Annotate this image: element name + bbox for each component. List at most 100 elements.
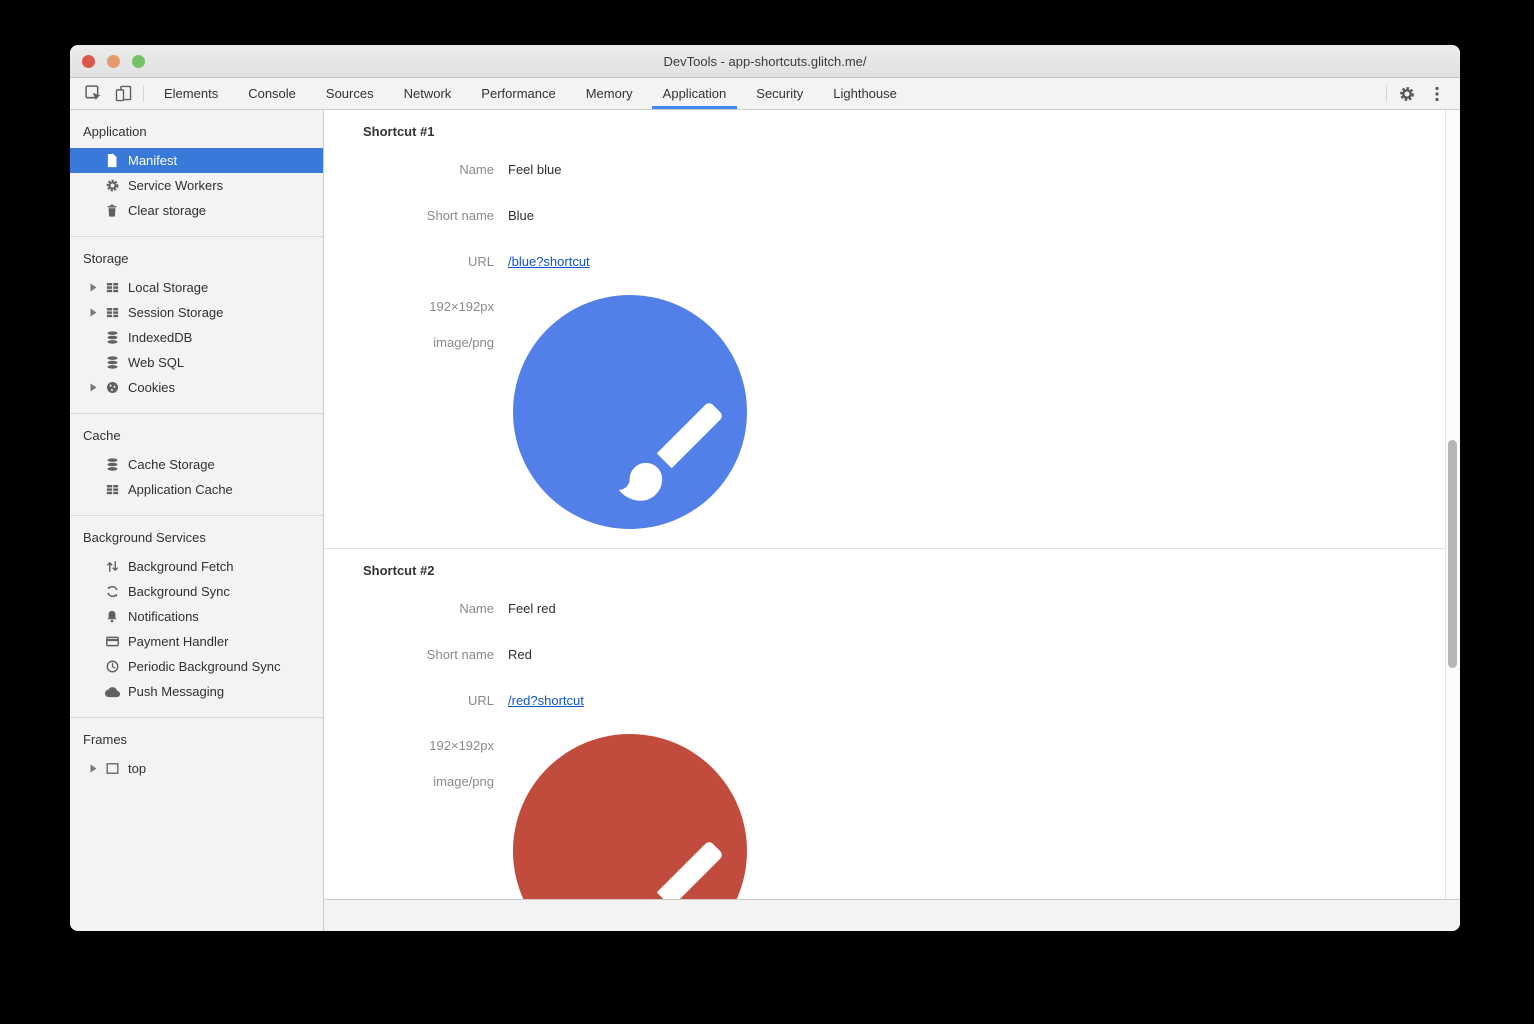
image-size: 192×192px: [363, 738, 494, 754]
sidebar-item-label: IndexedDB: [128, 330, 192, 345]
section-header: Cache: [70, 426, 323, 446]
sidebar-item-label: top: [128, 761, 146, 776]
traffic-lights: [82, 45, 145, 77]
paintbrush-icon: [608, 387, 738, 517]
tab-lighthouse[interactable]: Lighthouse: [818, 78, 912, 109]
toolbar-divider: [143, 85, 144, 102]
disclosure-arrow-icon[interactable]: [90, 764, 104, 773]
short-name-value: Blue: [508, 208, 534, 224]
sidebar-item-label: Local Storage: [128, 280, 208, 295]
bell-icon: [104, 609, 120, 624]
card-icon: [104, 634, 120, 649]
sidebar-item-service-workers[interactable]: Service Workers: [70, 173, 323, 198]
sidebar-section-background-services: Background Services Background Fetch: [70, 516, 323, 718]
tab-memory[interactable]: Memory: [571, 78, 648, 109]
sidebar-item-label: Periodic Background Sync: [128, 659, 280, 674]
section-header: Application: [70, 122, 323, 142]
tab-console[interactable]: Console: [233, 78, 311, 109]
sidebar-item-payment-handler[interactable]: Payment Handler: [70, 629, 323, 654]
database-icon: [104, 355, 120, 370]
sidebar-item-periodic-background-sync[interactable]: Periodic Background Sync: [70, 654, 323, 679]
sidebar-item-notifications[interactable]: Notifications: [70, 604, 323, 629]
sidebar-item-application-cache[interactable]: Application Cache: [70, 477, 323, 502]
sidebar-item-label: Application Cache: [128, 482, 233, 497]
disclosure-arrow-icon[interactable]: [90, 283, 104, 292]
close-button[interactable]: [82, 55, 95, 68]
section-header: Background Services: [70, 528, 323, 548]
vertical-scrollbar[interactable]: [1445, 110, 1460, 899]
section-header: Frames: [70, 730, 323, 750]
sidebar-item-background-fetch[interactable]: Background Fetch: [70, 554, 323, 579]
sidebar-item-label: Cookies: [128, 380, 175, 395]
minimize-button[interactable]: [107, 55, 120, 68]
sidebar-item-cache-storage[interactable]: Cache Storage: [70, 452, 323, 477]
panel-tabs: Elements Console Sources Network Perform…: [149, 78, 912, 109]
sidebar-item-background-sync[interactable]: Background Sync: [70, 579, 323, 604]
horizontal-scrollbar-strip[interactable]: [324, 899, 1460, 931]
shortcut-url-link[interactable]: /red?shortcut: [508, 693, 584, 708]
clock-icon: [104, 659, 120, 674]
inspect-element-icon[interactable]: [78, 78, 108, 109]
shortcut-icon-red: [513, 734, 747, 899]
table-icon: [104, 280, 120, 295]
database-icon: [104, 457, 120, 472]
sidebar-item-local-storage[interactable]: Local Storage: [70, 275, 323, 300]
sidebar-item-label: Manifest: [128, 153, 177, 168]
zoom-button[interactable]: [132, 55, 145, 68]
device-toolbar-icon[interactable]: [108, 78, 138, 109]
name-value: Feel blue: [508, 162, 561, 178]
shortcut-title: Shortcut #1: [363, 124, 1445, 140]
sidebar-item-top-frame[interactable]: top: [70, 756, 323, 781]
shortcut-icon-blue: [513, 295, 747, 529]
name-value: Feel red: [508, 601, 556, 617]
sidebar-section-frames: Frames top: [70, 718, 323, 794]
sidebar-item-clear-storage[interactable]: Clear storage: [70, 198, 323, 223]
devtools-toolbar: Elements Console Sources Network Perform…: [70, 78, 1460, 110]
shortcut-url-link[interactable]: /blue?shortcut: [508, 254, 590, 269]
table-icon: [104, 305, 120, 320]
sync-icon: [104, 584, 120, 599]
database-icon: [104, 330, 120, 345]
short-name-label: Short name: [363, 647, 494, 663]
file-icon: [104, 153, 120, 168]
settings-gear-icon[interactable]: [1392, 78, 1422, 109]
selected-tab-underline: [652, 106, 738, 109]
sidebar-section-cache: Cache Cache Storage: [70, 414, 323, 516]
tab-network[interactable]: Network: [389, 78, 467, 109]
kebab-menu-icon[interactable]: [1422, 78, 1452, 109]
tab-security[interactable]: Security: [741, 78, 818, 109]
fetch-arrows-icon: [104, 559, 120, 574]
shortcut-2-section: Shortcut #2 Name Feel red Short name Red…: [324, 548, 1445, 899]
frame-icon: [104, 761, 120, 776]
tab-application[interactable]: Application: [648, 78, 742, 109]
cloud-icon: [104, 684, 120, 699]
url-label: URL: [363, 254, 494, 270]
sidebar-item-label: Notifications: [128, 609, 199, 624]
sidebar-item-label: Push Messaging: [128, 684, 224, 699]
sidebar-item-indexeddb[interactable]: IndexedDB: [70, 325, 323, 350]
tab-performance[interactable]: Performance: [466, 78, 570, 109]
title-bar: DevTools - app-shortcuts.glitch.me/: [70, 45, 1460, 78]
cookie-icon: [104, 380, 120, 395]
sidebar-section-storage: Storage Local Storage: [70, 237, 323, 414]
disclosure-arrow-icon[interactable]: [90, 383, 104, 392]
sidebar-item-cookies[interactable]: Cookies: [70, 375, 323, 400]
sidebar-item-label: Service Workers: [128, 178, 223, 193]
name-label: Name: [363, 162, 494, 178]
shortcut-1-section: Shortcut #1 Name Feel blue Short name Bl…: [324, 110, 1445, 548]
tab-sources[interactable]: Sources: [311, 78, 389, 109]
image-mime: image/png: [363, 774, 494, 790]
sidebar-item-manifest[interactable]: Manifest: [70, 148, 323, 173]
sidebar-item-web-sql[interactable]: Web SQL: [70, 350, 323, 375]
sidebar-item-session-storage[interactable]: Session Storage: [70, 300, 323, 325]
sidebar-item-label: Web SQL: [128, 355, 184, 370]
image-size: 192×192px: [363, 299, 494, 315]
disclosure-arrow-icon[interactable]: [90, 308, 104, 317]
shortcut-title: Shortcut #2: [363, 563, 1445, 579]
sidebar-item-label: Cache Storage: [128, 457, 215, 472]
sidebar-item-push-messaging[interactable]: Push Messaging: [70, 679, 323, 704]
scrollbar-thumb[interactable]: [1448, 440, 1457, 668]
toolbar-divider-right: [1386, 85, 1387, 102]
tab-elements[interactable]: Elements: [149, 78, 233, 109]
sidebar-item-label: Clear storage: [128, 203, 206, 218]
